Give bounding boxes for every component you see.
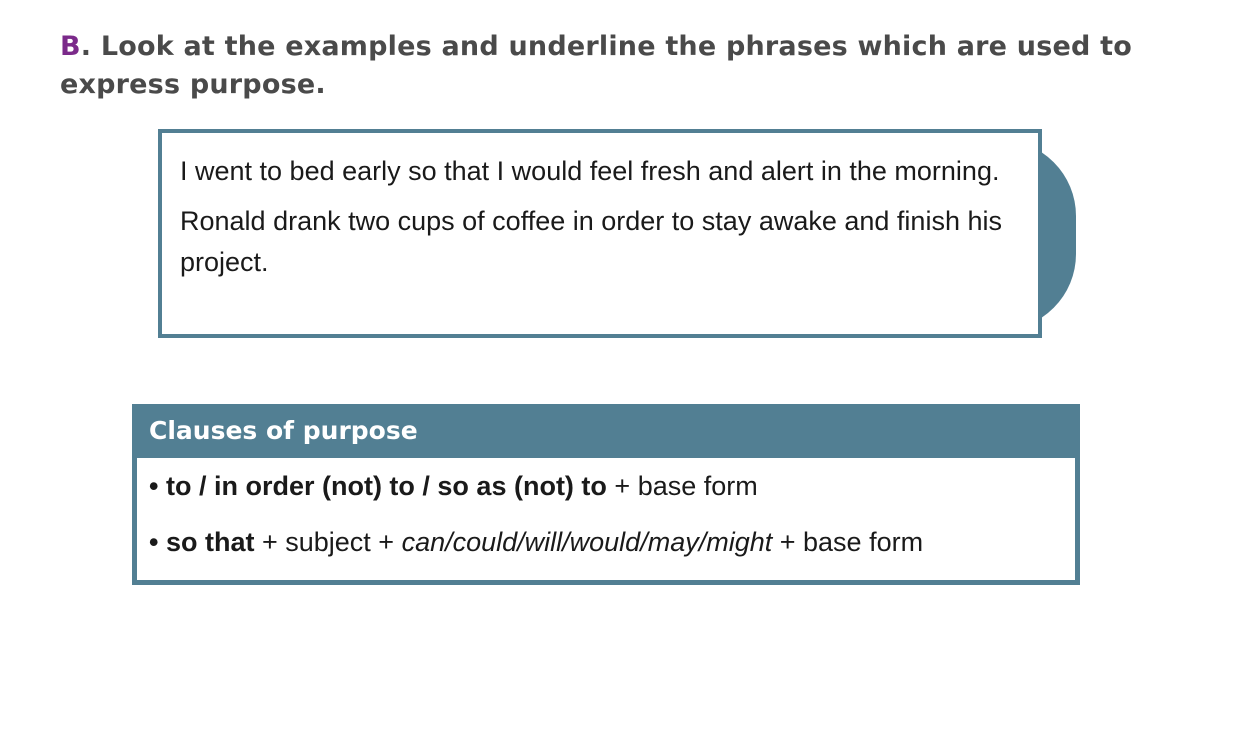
example-sentence-1: I went to bed early so that I would feel… — [180, 156, 1000, 186]
rule-2-modals: can/could/will/would/may/might — [401, 527, 773, 557]
examples-box: I went to bed early so that I would feel… — [158, 129, 1042, 338]
rule-1-structure: + base form — [606, 471, 758, 501]
exercise-instruction: B. Look at the examples and underline th… — [60, 28, 1170, 104]
rule-2-structure-post: + base form — [772, 527, 924, 557]
grammar-rule-2: • so that + subject + can/could/will/wou… — [149, 524, 1075, 560]
grammar-rule-1: • to / in order (not) to / so as (not) t… — [149, 468, 1075, 504]
example-sentence-2: Ronald drank two cups of coffee in order… — [180, 206, 1002, 277]
rule-2-keywords: so that — [165, 527, 255, 557]
grammar-box: Clauses of purpose • to / in order (not)… — [132, 404, 1080, 585]
grammar-box-title: Clauses of purpose — [137, 404, 1075, 458]
instruction-text-line1: . Look at the examples and underline the… — [80, 31, 1132, 62]
instruction-text-line2: express purpose. — [60, 69, 326, 100]
bullet: • — [149, 527, 159, 557]
grammar-rules-list: • to / in order (not) to / so as (not) t… — [137, 458, 1075, 560]
bullet: • — [149, 471, 159, 501]
rule-1-keywords: to / in order (not) to / so as (not) to — [165, 471, 607, 501]
rule-2-structure-pre: + subject + — [254, 527, 402, 557]
exercise-letter: B — [60, 31, 81, 62]
